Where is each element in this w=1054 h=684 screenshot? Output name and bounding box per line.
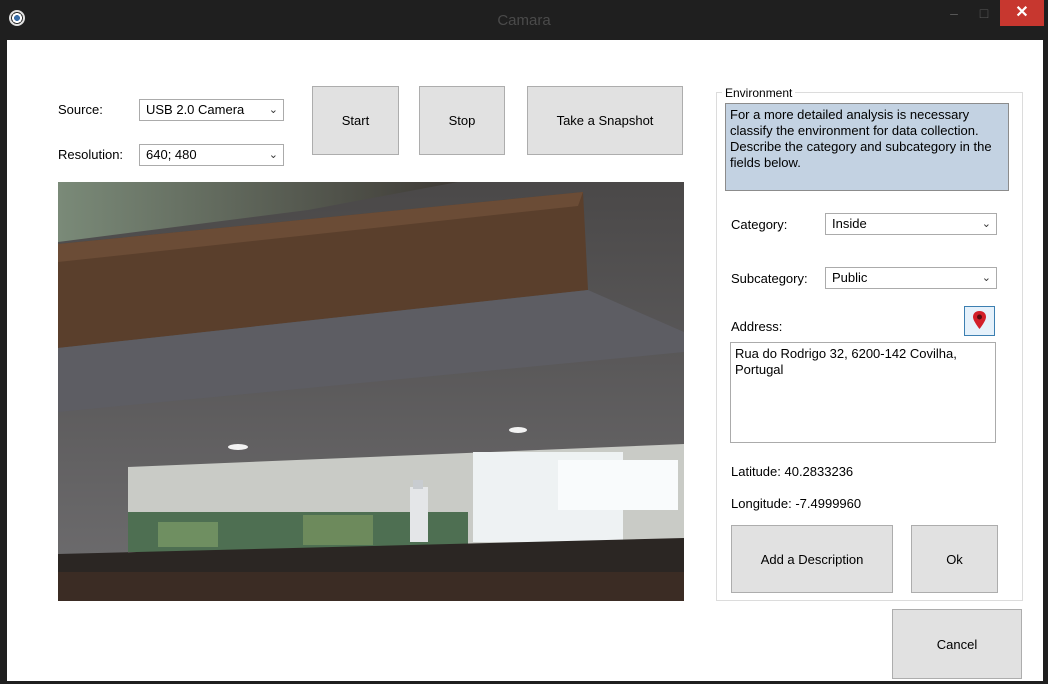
source-label: Source: — [58, 102, 103, 117]
minimize-button[interactable]: – — [940, 0, 968, 26]
resolution-label: Resolution: — [58, 147, 124, 162]
map-pin-icon — [973, 311, 986, 329]
source-select[interactable]: USB 2.0 Camera ⌄ — [139, 99, 284, 121]
close-button[interactable]: ✕ — [1000, 0, 1044, 26]
chevron-down-icon: ⌄ — [981, 272, 991, 284]
chevron-down-icon: ⌄ — [268, 149, 278, 161]
address-label: Address: — [731, 319, 783, 334]
camera-frame-image — [58, 182, 684, 601]
client-area: Source: USB 2.0 Camera ⌄ Resolution: 640… — [7, 40, 1043, 681]
window-title: Camara — [497, 12, 551, 29]
category-label: Category: — [731, 217, 788, 232]
title-bar[interactable]: Camara – □ ✕ — [0, 0, 1048, 40]
camera-preview — [58, 182, 684, 601]
source-value: USB 2.0 Camera — [146, 102, 245, 117]
camera-window: Camara – □ ✕ Source: USB 2.0 Camera ⌄ Re… — [0, 0, 1048, 684]
resolution-value: 640; 480 — [146, 147, 197, 162]
locate-address-button[interactable] — [964, 306, 995, 336]
stop-button[interactable]: Stop — [419, 86, 505, 155]
address-textarea[interactable]: Rua do Rodrigo 32, 6200-142 Covilha, Por… — [730, 342, 996, 443]
take-snapshot-button[interactable]: Take a Snapshot — [527, 86, 683, 155]
resolution-select[interactable]: 640; 480 ⌄ — [139, 144, 284, 166]
environment-info-text: For a more detailed analysis is necessar… — [725, 103, 1009, 191]
ok-button[interactable]: Ok — [911, 525, 998, 593]
category-select[interactable]: Inside ⌄ — [825, 213, 997, 235]
cancel-button[interactable]: Cancel — [892, 609, 1022, 679]
category-value: Inside — [832, 216, 867, 231]
subcategory-select[interactable]: Public ⌄ — [825, 267, 997, 289]
chevron-down-icon: ⌄ — [268, 104, 278, 116]
chevron-down-icon: ⌄ — [981, 218, 991, 230]
longitude-text: Longitude: -7.4999960 — [731, 496, 862, 511]
subcategory-label: Subcategory: — [731, 271, 808, 286]
environment-legend: Environment — [722, 86, 796, 100]
start-button[interactable]: Start — [312, 86, 399, 155]
latitude-text: Latitude: 40.2833236 — [731, 464, 854, 479]
subcategory-value: Public — [832, 270, 868, 285]
add-description-button[interactable]: Add a Description — [731, 525, 893, 593]
maximize-button[interactable]: □ — [970, 0, 998, 26]
